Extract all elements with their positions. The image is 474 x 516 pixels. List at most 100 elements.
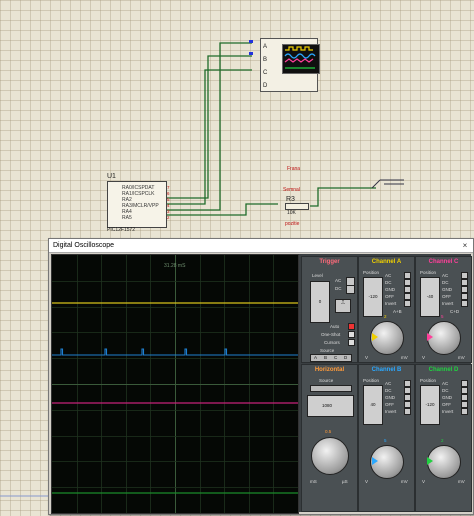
- trigger-source-a: A: [314, 355, 318, 360]
- trigger-edge-button[interactable]: ⎍: [335, 299, 351, 313]
- trigger-section: Trigger Level 0 AC DC ⎍ Auto One-Shot Cu…: [301, 256, 358, 363]
- trigger-dc-label: DC: [335, 286, 342, 291]
- mcu-pin-label: RA5: [122, 215, 132, 221]
- channel-mode-button[interactable]: [461, 300, 468, 307]
- channel-mode-button[interactable]: [461, 387, 468, 394]
- channel-mode-button[interactable]: [461, 272, 468, 279]
- oscilloscope-component[interactable]: A B C D: [252, 34, 320, 92]
- channel-position-display[interactable]: -120: [363, 277, 383, 317]
- window-title: Digital Oscilloscope: [53, 242, 115, 249]
- channel-section: Channel C Position -40 AC DC GND OFF Invert C+D 5…: [415, 256, 472, 363]
- channel-mode-button[interactable]: [404, 408, 411, 415]
- channel-title: Channel D: [428, 367, 459, 373]
- resistor-r3[interactable]: [285, 203, 309, 210]
- trigger-level-label: Level: [312, 273, 323, 278]
- trigger-source-c: C: [334, 355, 338, 360]
- horizontal-position-display[interactable]: 1080: [307, 395, 354, 417]
- channel-mode-button[interactable]: [461, 394, 468, 401]
- channel-mode-button[interactable]: [404, 300, 411, 307]
- probe-terminal-icon: [371, 179, 404, 189]
- oscilloscope-display[interactable]: 31.28 mS: [51, 254, 299, 514]
- scope-pin-b: B: [263, 57, 268, 63]
- channel-mode-button[interactable]: [461, 401, 468, 408]
- control-panel: Trigger Level 0 AC DC ⎍ Auto One-Shot Cu…: [299, 254, 472, 512]
- channel-sum-label: C+D: [450, 309, 460, 314]
- trigger-source-b: B: [324, 355, 328, 360]
- trigger-mode-oneshot: One-Shot: [321, 332, 341, 337]
- channel-mode-button[interactable]: [404, 286, 411, 293]
- channel-mode-label: AC: [442, 273, 449, 278]
- channel-mode-button[interactable]: [404, 401, 411, 408]
- channel-mode-button[interactable]: [461, 286, 468, 293]
- channel-mode-label: Invert: [442, 409, 454, 414]
- channel-mode-label: DC: [385, 388, 392, 393]
- trigger-dc-button[interactable]: [346, 285, 355, 294]
- resistor-value: 10K: [287, 210, 296, 216]
- trigger-source-selector[interactable]: A B C D: [310, 354, 352, 362]
- close-button[interactable]: ×: [460, 241, 470, 250]
- channel-mode-label: AC: [385, 273, 392, 278]
- scope-pin-c: C: [263, 70, 268, 76]
- channel-mode-button[interactable]: [461, 279, 468, 286]
- channel-position-value: -40: [426, 294, 434, 299]
- channel-position-display[interactable]: 40: [363, 385, 383, 425]
- channel-mode-button[interactable]: [404, 387, 411, 394]
- horizontal-title: Horizontal: [314, 367, 345, 373]
- channel-unit-v: V: [422, 479, 426, 484]
- channel-mode-button[interactable]: [404, 279, 411, 286]
- trigger-level-display[interactable]: 0: [310, 281, 330, 323]
- horizontal-source-label: Source: [319, 378, 334, 383]
- channel-mode-label: Invert: [442, 301, 454, 306]
- resistor-label-semnal: Semnal: [283, 187, 300, 193]
- channel-mode-button[interactable]: [404, 394, 411, 401]
- trigger-source-d: D: [344, 355, 348, 360]
- channel-mode-label: OFF: [385, 402, 394, 407]
- channel-section: Channel D Position -120 AC DC GND OFF Invert 2 Vm…: [415, 364, 472, 512]
- mcu-pin-number: 4: [167, 203, 170, 208]
- channel-mode-button[interactable]: [404, 272, 411, 279]
- channel-position-value: 40: [370, 402, 376, 407]
- channel-dial-value: 2: [441, 438, 444, 443]
- channel-section: Channel A Position -120 AC DC GND OFF Invert A+B…: [358, 256, 415, 363]
- scope-icon-screen: [282, 44, 320, 74]
- channel-mode-button[interactable]: [461, 408, 468, 415]
- channel-unit-v: V: [365, 355, 369, 360]
- resistor-label-frana: Frana: [287, 166, 301, 172]
- channel-mode-label: GND: [385, 287, 395, 292]
- channel-position-label: Position: [363, 378, 380, 383]
- channel-mode-label: GND: [385, 395, 395, 400]
- horizontal-timebase-knob[interactable]: [311, 437, 349, 475]
- oscilloscope-window[interactable]: Digital Oscilloscope × 31.28 mS Trigger …: [48, 238, 474, 515]
- horizontal-unit-ms: mS: [310, 479, 317, 484]
- horizontal-position-value: 1080: [322, 403, 333, 408]
- channel-position-display[interactable]: -120: [420, 385, 440, 425]
- channel-mode-label: AC: [385, 381, 392, 386]
- channel-mode-button[interactable]: [461, 380, 468, 387]
- channel-mode-label: Invert: [385, 301, 397, 306]
- channel-indicator-icon: [372, 457, 378, 465]
- channel-mode-button[interactable]: [404, 380, 411, 387]
- mcu-part-label: PIC12F1572: [107, 227, 136, 233]
- channel-mode-label: GND: [442, 287, 452, 292]
- time-readout: 31.28 mS: [164, 263, 186, 269]
- resistor-ref: R3: [286, 196, 295, 203]
- trigger-oneshot-toggle[interactable]: [348, 331, 355, 338]
- channel-mode-label: OFF: [442, 402, 451, 407]
- trigger-auto-toggle[interactable]: [348, 323, 355, 330]
- channel-mode-button[interactable]: [404, 293, 411, 300]
- channel-position-display[interactable]: -40: [420, 277, 440, 317]
- mcu-ref: U1: [107, 173, 116, 180]
- channel-sum-label: A+B: [393, 309, 402, 314]
- pic-microcontroller[interactable]: RA0/ICSPDAT 7 RA1/ICSPCLK 6 RA2 5 RA3/MCLR/VPP…: [107, 181, 170, 228]
- horizontal-section: Horizontal Source 1080 0.5 mS µS: [301, 364, 358, 512]
- horizontal-source-slider[interactable]: [310, 385, 352, 392]
- channel-position-label: Position: [420, 270, 437, 275]
- channel-mode-label: OFF: [385, 294, 394, 299]
- channel-unit-v: V: [422, 355, 426, 360]
- channel-mode-label: DC: [442, 388, 449, 393]
- channel-mode-button[interactable]: [461, 293, 468, 300]
- channel-mode-label: Invert: [385, 409, 397, 414]
- trigger-cursors-toggle[interactable]: [348, 339, 355, 346]
- window-title-bar[interactable]: Digital Oscilloscope ×: [49, 239, 473, 253]
- channel-position-label: Position: [420, 378, 437, 383]
